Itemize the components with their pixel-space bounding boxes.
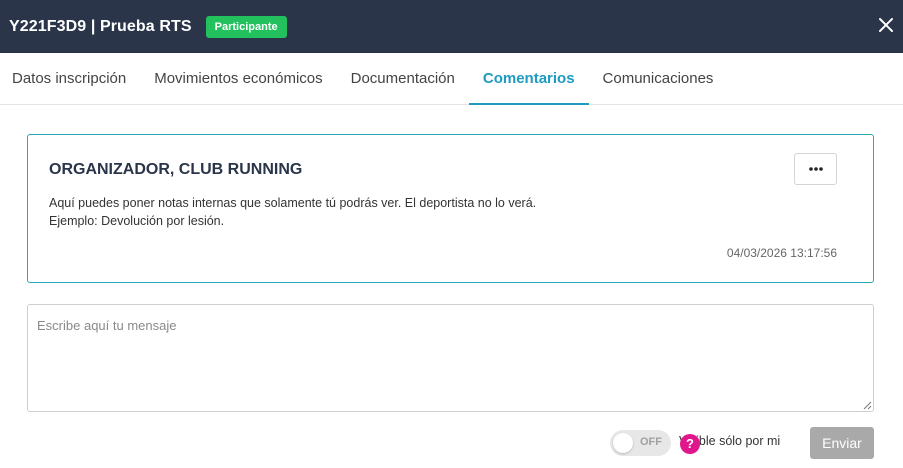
- tab-documentacion[interactable]: Documentación: [337, 53, 469, 104]
- toggle-state-label: OFF: [640, 436, 662, 448]
- tab-comentarios[interactable]: Comentarios: [468, 53, 589, 105]
- visibility-toggle[interactable]: OFF: [610, 430, 671, 456]
- tab-movimientos-economicos[interactable]: Movimientos económicos: [140, 53, 336, 104]
- comment-text-line: Aquí puedes poner notas internas que sol…: [49, 196, 537, 210]
- tab-datos-inscripcion[interactable]: Datos inscripción: [0, 53, 140, 104]
- help-icon[interactable]: ?: [680, 434, 700, 454]
- comment-card: ORGANIZADOR, CLUB RUNNING Aquí puedes po…: [27, 134, 874, 283]
- modal-header: Y221F3D9 | Prueba RTS Participante: [0, 0, 903, 53]
- more-horizontal-icon: [808, 167, 823, 171]
- send-button[interactable]: Enviar: [810, 427, 874, 459]
- comment-body: Aquí puedes poner notas internas que sol…: [49, 194, 536, 230]
- comment-options-button[interactable]: [794, 153, 837, 185]
- toggle-knob: [613, 433, 633, 453]
- comment-author: ORGANIZADOR, CLUB RUNNING: [49, 161, 303, 178]
- tab-comunicaciones[interactable]: Comunicaciones: [589, 53, 728, 104]
- modal-title: Y221F3D9 | Prueba RTS: [9, 17, 192, 35]
- comment-timestamp: 04/03/2026 13:17:56: [726, 246, 837, 260]
- status-badge: Participante: [205, 15, 287, 38]
- resize-handle-icon[interactable]: [862, 400, 872, 410]
- tab-bar: Datos inscripción Movimientos económicos…: [0, 53, 903, 105]
- comment-text-line: Ejemplo: Devolución por lesión.: [49, 214, 225, 228]
- close-icon[interactable]: [877, 16, 895, 34]
- message-input[interactable]: [27, 304, 874, 412]
